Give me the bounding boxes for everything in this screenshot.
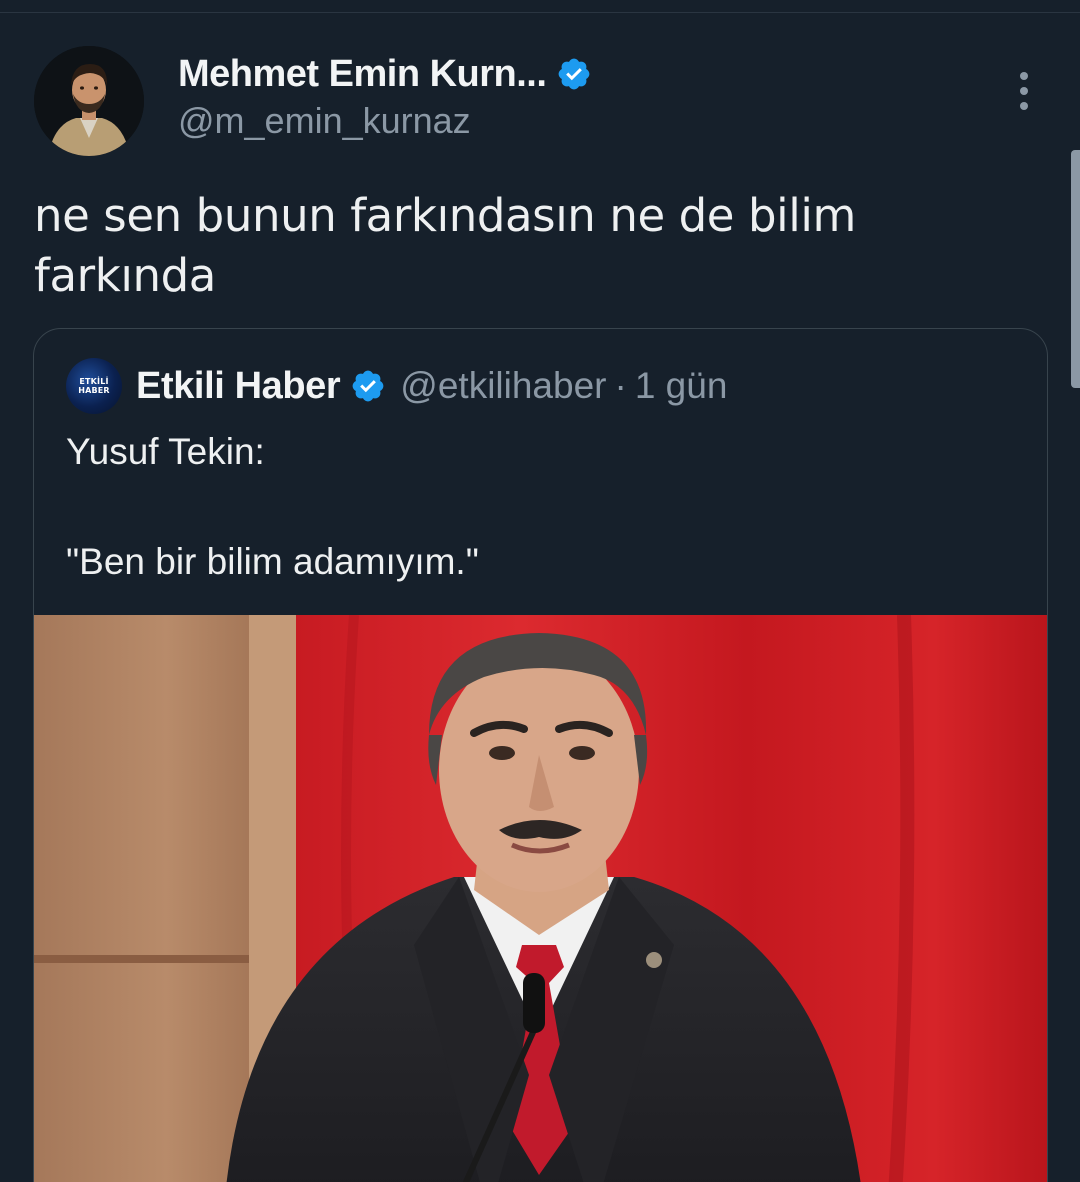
tweet-text: ne sen bunun farkındasın ne de bilim far… — [34, 189, 856, 302]
quoted-tweet-card[interactable]: ETKİLİ HABER Etkili Haber @etkilihaber ·… — [33, 328, 1048, 1182]
quoted-author-handle[interactable]: @etkilihaber — [400, 365, 606, 407]
quoted-author-avatar[interactable]: ETKİLİ HABER — [66, 358, 122, 414]
author-name[interactable]: Mehmet Emin Kurn... — [178, 53, 547, 96]
avatar-image — [34, 46, 144, 156]
quoted-tweet-text-line1: Yusuf Tekin: — [66, 431, 265, 472]
quoted-tweet-text-line2: "Ben bir bilim adamıyım." — [66, 541, 479, 582]
more-options-icon[interactable] — [1004, 68, 1044, 114]
logo-text-line2: HABER — [78, 386, 110, 395]
scrollbar-thumb[interactable] — [1071, 150, 1080, 388]
photo-image — [34, 615, 1047, 1182]
quoted-tweet-photo[interactable] — [34, 615, 1047, 1182]
author-handle[interactable]: @m_emin_kurnaz — [178, 100, 471, 142]
author-avatar[interactable] — [34, 46, 144, 156]
separator-dot: · — [614, 365, 627, 406]
tweet-detail-screen: Mehmet Emin Kurn... @m_emin_kurnaz ne se… — [0, 0, 1080, 1182]
author-name-row[interactable]: Mehmet Emin Kurn... — [178, 50, 592, 98]
more-dot — [1020, 72, 1028, 80]
more-dot — [1020, 87, 1028, 95]
quoted-author-name[interactable]: Etkili Haber — [136, 365, 341, 408]
more-dot — [1020, 102, 1028, 110]
verified-badge-icon — [352, 370, 384, 402]
top-divider — [0, 12, 1080, 13]
verified-badge-icon — [559, 58, 590, 90]
quoted-tweet-time[interactable]: 1 gün — [635, 365, 728, 407]
quoted-tweet-header: ETKİLİ HABER Etkili Haber @etkilihaber ·… — [66, 357, 727, 415]
logo-text-line1: ETKİLİ — [79, 377, 109, 386]
